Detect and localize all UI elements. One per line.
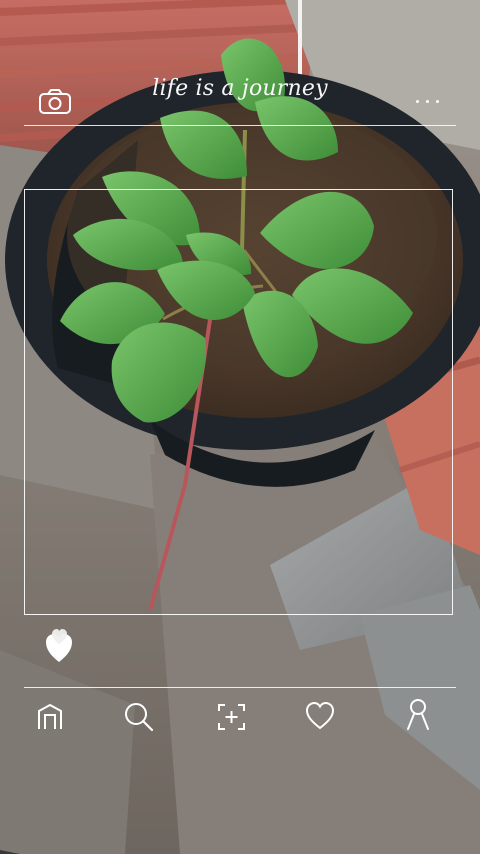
- camera-icon[interactable]: [38, 88, 72, 116]
- photo-frame: [24, 189, 453, 615]
- camera-overlay: life is a journey: [0, 0, 480, 854]
- search-icon[interactable]: [121, 701, 157, 733]
- more-dots-icon[interactable]: [414, 98, 442, 106]
- page-title: life is a journey: [152, 76, 328, 101]
- bottom-divider: [24, 687, 456, 688]
- heart-outline-icon[interactable]: [304, 701, 336, 731]
- home-icon[interactable]: [35, 702, 65, 732]
- heart-icon[interactable]: [43, 628, 75, 664]
- profile-icon[interactable]: [403, 698, 433, 732]
- add-frame-icon[interactable]: [216, 702, 247, 732]
- top-divider: [24, 125, 456, 126]
